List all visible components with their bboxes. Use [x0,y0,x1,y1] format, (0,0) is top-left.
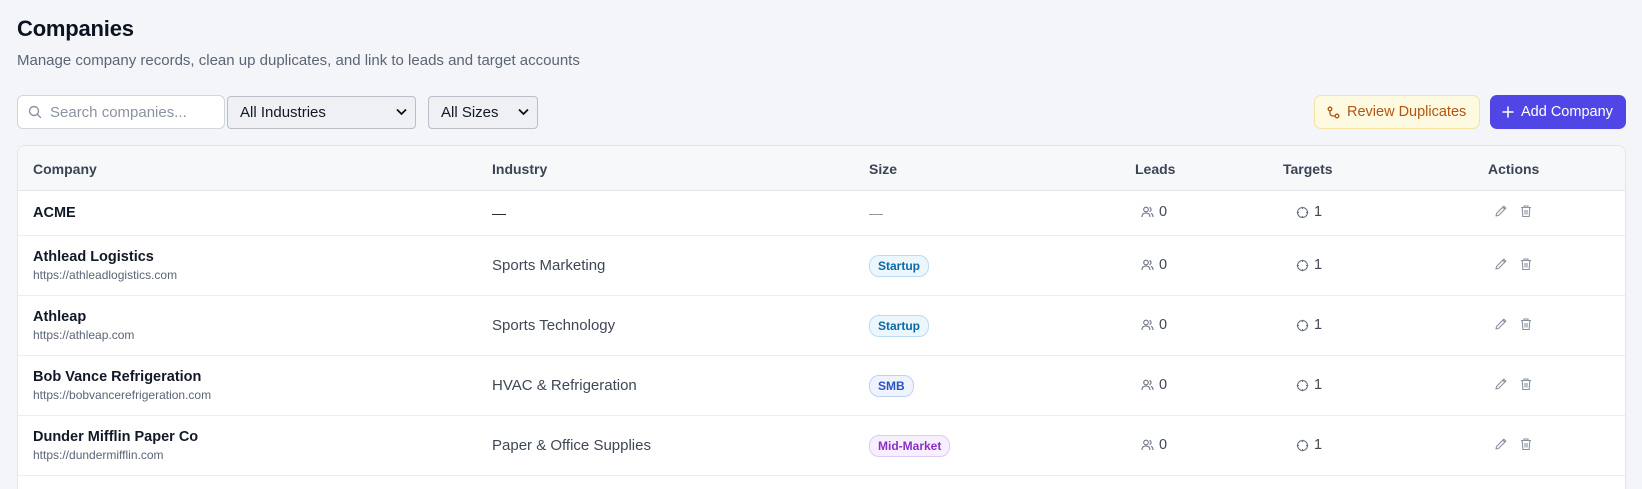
table-row[interactable]: Athleap https://athleap.com Sports Techn… [18,296,1625,356]
delete-icon[interactable] [1519,317,1533,331]
add-company-button[interactable]: Add Company [1490,95,1626,129]
leads-value: 0 [1159,437,1168,453]
leads-count[interactable]: 0 [1141,437,1167,453]
company-website[interactable]: https://bobvancerefrigeration.com [33,388,211,402]
company-name[interactable]: Athleap [33,309,134,325]
target-icon [1296,439,1309,452]
chevron-down-icon [518,107,529,119]
targets-count[interactable]: 1 [1296,317,1322,333]
table-row[interactable]: Bob Vance Refrigeration https://bobvance… [18,356,1625,416]
leads-count[interactable]: 0 [1141,377,1167,393]
leads-count[interactable]: 0 [1141,204,1167,220]
company-name[interactable]: Bob Vance Refrigeration [33,369,211,385]
table-row[interactable]: Dunder Mifflin Paper Co https://dundermi… [18,416,1625,476]
company-name[interactable]: Athlead Logistics [33,249,177,265]
column-header-industry[interactable]: Industry [492,161,547,177]
industry-filter-select[interactable]: All Industries [227,96,416,129]
size-badge: Mid-Market [869,435,951,457]
company-size: — [869,205,883,221]
row-actions [1494,437,1533,451]
add-company-label: Add Company [1521,104,1613,120]
page-subtitle: Manage company records, clean up duplica… [17,52,580,69]
edit-icon[interactable] [1494,437,1508,451]
column-header-company[interactable]: Company [33,161,97,177]
plus-icon [1502,106,1514,118]
targets-count[interactable]: 1 [1296,377,1322,393]
leads-value: 0 [1159,257,1168,273]
company-website[interactable]: https://athleap.com [33,328,134,342]
companies-table: Company Industry Size Leads Targets Acti… [17,145,1626,489]
company-name[interactable]: Dunder Mifflin Paper Co [33,429,198,445]
row-actions [1494,377,1533,391]
target-icon [1296,206,1309,219]
industry-filter-value: All Industries [240,104,326,121]
company-industry: Sports Marketing [492,257,606,274]
size-filter-value: All Sizes [441,104,499,121]
row-actions [1494,317,1533,331]
company-website[interactable]: https://athleadlogistics.com [33,268,177,282]
size-badge: Startup [869,255,929,277]
targets-value: 1 [1314,204,1323,220]
target-icon [1296,379,1309,392]
table-row[interactable]: Athlead Logistics https://athleadlogisti… [18,236,1625,296]
table-header: Company Industry Size Leads Targets Acti… [18,146,1625,191]
users-icon [1141,439,1154,451]
users-icon [1141,206,1154,218]
edit-icon[interactable] [1494,257,1508,271]
column-header-actions: Actions [1488,161,1540,177]
page-title: Companies [17,16,134,41]
leads-value: 0 [1159,317,1168,333]
delete-icon[interactable] [1519,437,1533,451]
column-header-leads[interactable]: Leads [1135,161,1175,177]
company-industry: Paper & Office Supplies [492,437,651,454]
column-header-size[interactable]: Size [869,161,897,177]
users-icon [1141,379,1154,391]
edit-icon[interactable] [1494,377,1508,391]
targets-count[interactable]: 1 [1296,437,1322,453]
delete-icon[interactable] [1519,377,1533,391]
company-name[interactable]: ACME [33,205,76,221]
target-icon [1296,259,1309,272]
chevron-down-icon [396,107,407,119]
size-badge: Startup [869,315,929,337]
search-input[interactable] [50,103,210,121]
leads-value: 0 [1159,204,1168,220]
leads-value: 0 [1159,377,1168,393]
edit-icon[interactable] [1494,204,1508,218]
delete-icon[interactable] [1519,257,1533,271]
edit-icon[interactable] [1494,317,1508,331]
row-actions [1494,204,1533,218]
targets-value: 1 [1314,257,1323,273]
leads-count[interactable]: 0 [1141,317,1167,333]
search-icon [28,105,42,119]
review-duplicates-button[interactable]: Review Duplicates [1314,95,1480,129]
review-duplicates-label: Review Duplicates [1347,104,1467,120]
company-website[interactable]: https://dundermifflin.com [33,448,198,462]
merge-icon [1327,106,1340,119]
targets-value: 1 [1314,437,1323,453]
company-industry: Sports Technology [492,317,616,334]
table-row[interactable]: ACME — — 0 1 [18,191,1625,236]
users-icon [1141,319,1154,331]
targets-value: 1 [1314,377,1323,393]
size-filter-select[interactable]: All Sizes [428,96,538,129]
search-box[interactable] [17,95,225,129]
targets-count[interactable]: 1 [1296,204,1322,220]
targets-value: 1 [1314,317,1323,333]
size-badge: SMB [869,375,914,397]
column-header-targets[interactable]: Targets [1283,161,1333,177]
users-icon [1141,259,1154,271]
company-industry: — [492,205,506,221]
row-actions [1494,257,1533,271]
delete-icon[interactable] [1519,204,1533,218]
leads-count[interactable]: 0 [1141,257,1167,273]
target-icon [1296,319,1309,332]
targets-count[interactable]: 1 [1296,257,1322,273]
company-industry: HVAC & Refrigeration [492,377,637,394]
